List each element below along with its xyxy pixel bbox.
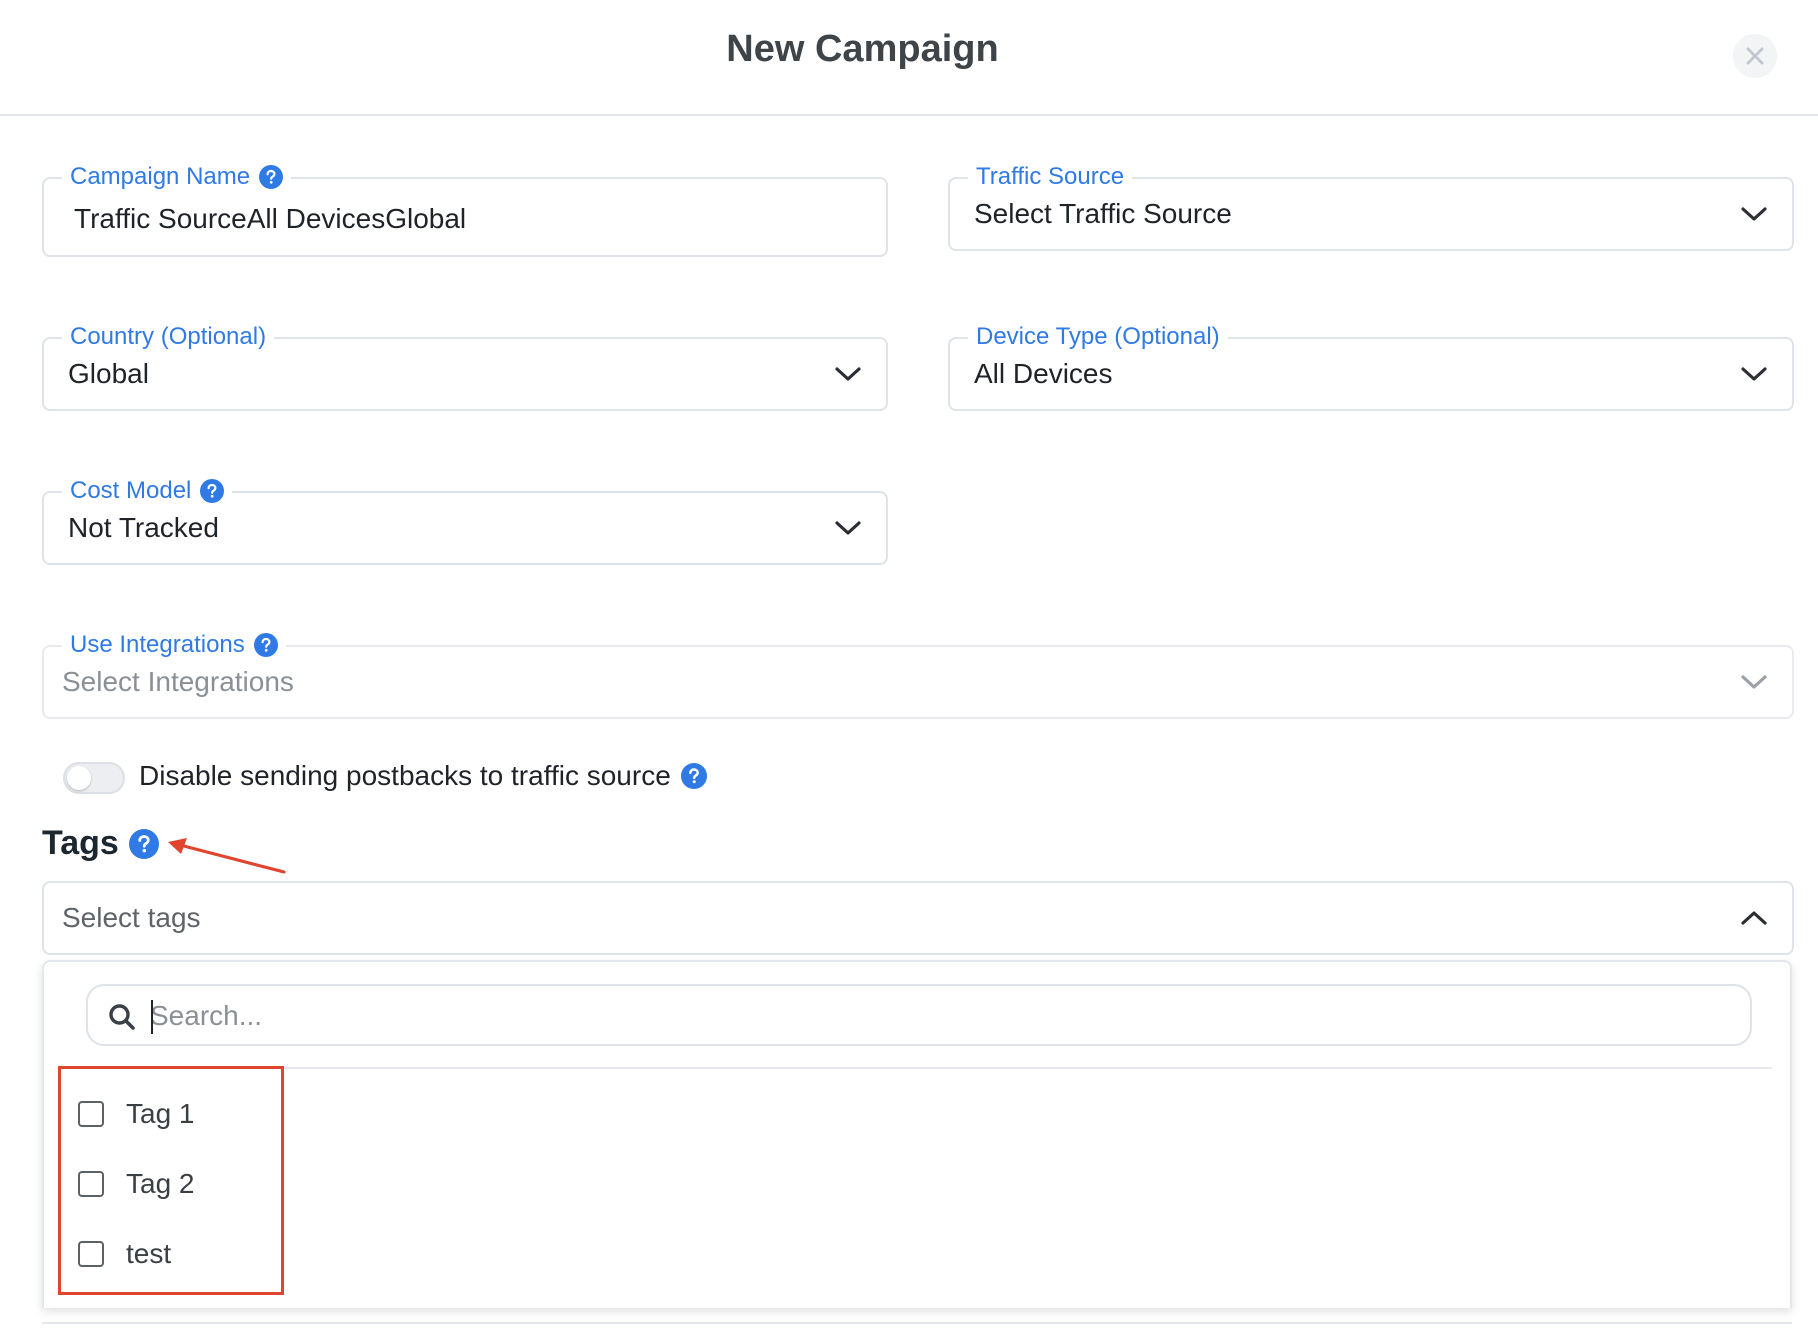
country-value: Global [68,358,149,389]
device-type-select[interactable]: Device Type (Optional) All Devices [948,322,1794,411]
postbacks-toggle-label: Disable sending postbacks to traffic sou… [139,760,671,791]
tags-search-input[interactable] [148,994,1728,1038]
modal-header: New Campaign [0,0,1818,116]
chevron-down-icon [1740,365,1768,383]
annotation-arrow-icon [168,838,286,874]
campaign-name-field[interactable]: Campaign Name Traffic SourceAll DevicesG… [42,162,888,257]
campaign-name-input[interactable]: Traffic SourceAll DevicesGlobal [74,181,466,257]
text-cursor [151,1000,153,1034]
chevron-down-icon [834,365,862,383]
close-button[interactable] [1733,34,1777,78]
help-icon[interactable] [128,828,159,859]
country-select[interactable]: Country (Optional) Global [42,322,888,411]
integrations-placeholder: Select Integrations [62,666,294,697]
divider [42,1322,1792,1324]
chevron-down-icon [834,519,862,537]
tags-select-placeholder: Select tags [62,902,201,933]
chevron-down-icon [1740,673,1768,691]
tags-search-box[interactable] [86,984,1752,1046]
chevron-up-icon [1740,909,1768,927]
chevron-down-icon [1740,205,1768,223]
tags-heading: Tags [42,824,119,862]
modal-title: New Campaign [726,28,999,70]
traffic-source-select[interactable]: Traffic Source Select Traffic Source [948,162,1794,251]
close-icon [1746,47,1764,65]
search-icon [109,1004,135,1030]
help-icon[interactable] [680,763,707,789]
cost-model-select[interactable]: Cost Model Not Tracked [42,476,888,565]
tags-select[interactable]: Select tags [42,881,1794,955]
cost-model-value: Not Tracked [68,512,219,543]
tags-dropdown-panel: Tag 1 Tag 2 test [42,960,1792,1308]
device-type-value: All Devices [974,358,1113,389]
divider [86,1067,1772,1069]
annotation-highlight-box [58,1066,284,1295]
postbacks-toggle[interactable] [63,762,125,794]
integrations-select[interactable]: Use Integrations Select Integrations [42,630,1794,719]
toggle-knob [67,766,91,790]
traffic-source-value: Select Traffic Source [974,198,1232,229]
